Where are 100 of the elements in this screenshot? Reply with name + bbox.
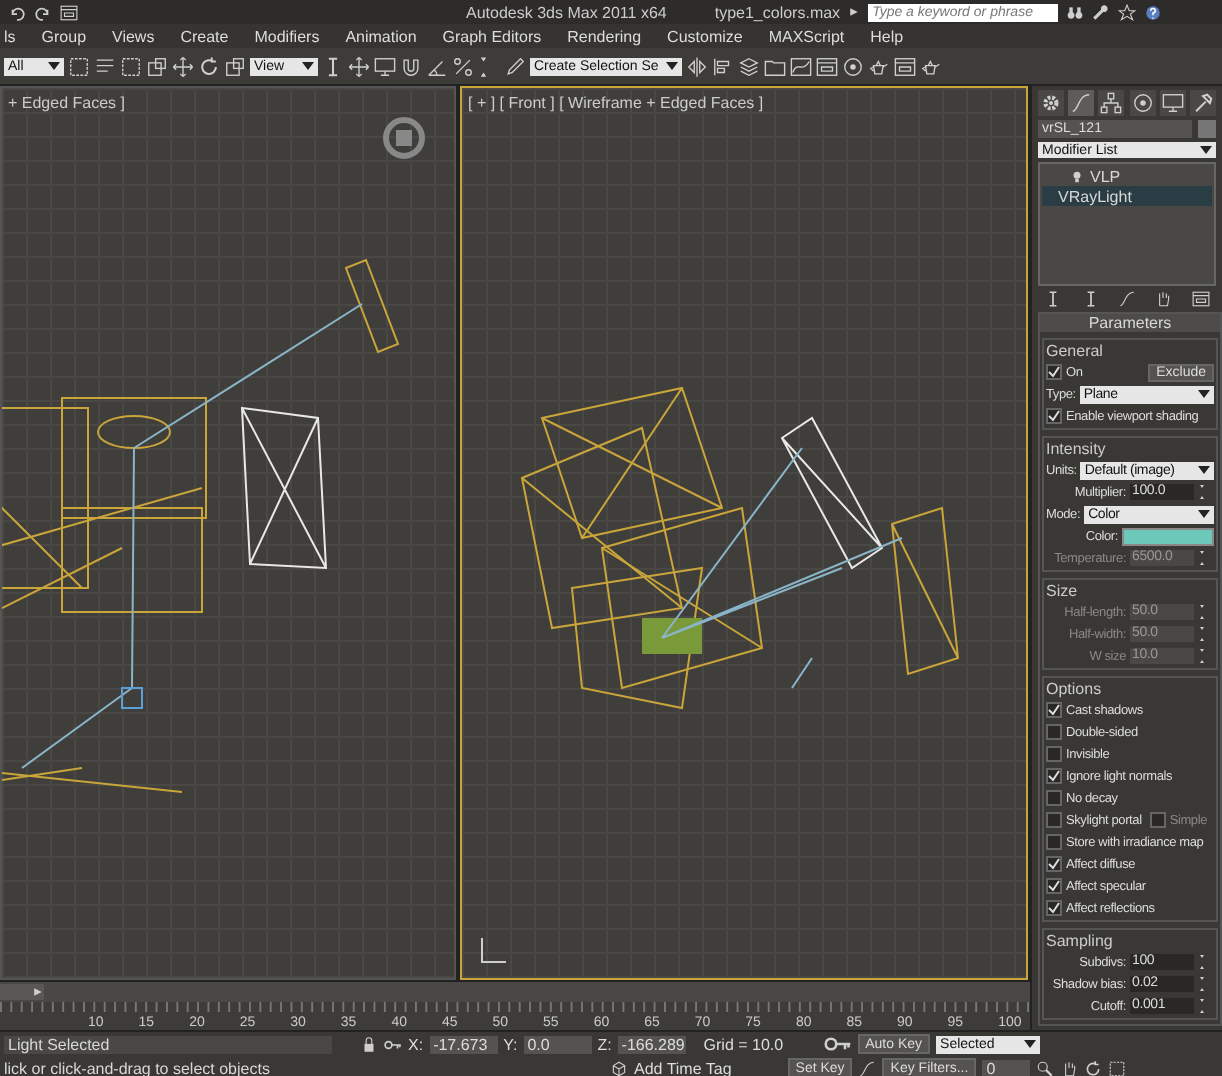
dropdown-arrow-icon <box>1024 1040 1037 1048</box>
play-icon[interactable] <box>848 6 861 18</box>
group-title: Sampling <box>1046 932 1115 950</box>
checkbox[interactable] <box>1149 812 1166 828</box>
menu-item[interactable]: Customize <box>667 27 743 45</box>
window-icon[interactable] <box>60 3 78 21</box>
window-title: Autodesk 3ds Max 2011 x64 <box>466 3 667 21</box>
angle-snap-icon[interactable] <box>426 55 448 77</box>
time-slider[interactable] <box>0 984 44 1000</box>
checkbox[interactable] <box>1046 746 1062 762</box>
menu-item[interactable]: MAXScript <box>768 27 845 45</box>
cube-icon[interactable] <box>610 1059 628 1076</box>
axis-label: X: <box>408 1035 424 1053</box>
axis-label: Z: <box>597 1035 612 1053</box>
checkbox[interactable] <box>1046 878 1062 894</box>
percent-snap-icon[interactable] <box>452 55 474 77</box>
bulb-icon <box>1070 169 1084 184</box>
wrench-icon[interactable] <box>1092 3 1111 21</box>
hierarchy-tab[interactable] <box>1098 90 1125 116</box>
utilities-tab[interactable] <box>1189 90 1216 116</box>
list-icon[interactable] <box>94 55 116 77</box>
orbit-icon[interactable] <box>1084 1059 1103 1076</box>
hammer-icon <box>1191 92 1214 114</box>
menu-item[interactable]: Rendering <box>567 27 642 45</box>
dropdown-arrow-icon <box>1198 390 1210 398</box>
pencil-icon[interactable] <box>504 55 526 77</box>
pan-icon[interactable] <box>1060 1059 1079 1076</box>
tangent-icon[interactable] <box>858 1059 877 1076</box>
motion-tab[interactable] <box>1129 90 1156 116</box>
dropdown-arrow-icon <box>666 62 678 70</box>
dropdown-arrow-icon <box>302 62 314 70</box>
stack-item[interactable]: VRayLight <box>1042 186 1212 207</box>
gear-icon <box>1040 92 1062 114</box>
viewport[interactable]: + Edged Faces ] <box>0 86 456 980</box>
add-time-tag-label[interactable]: Add Time Tag <box>634 1059 732 1076</box>
mirror-icon[interactable] <box>686 55 708 77</box>
viewport-label[interactable]: + Edged Faces ] <box>8 94 125 112</box>
group-title: Intensity <box>1046 440 1108 458</box>
coordinate-field[interactable]: -166.289 <box>617 1035 686 1053</box>
menu-item[interactable]: Animation <box>345 27 417 45</box>
group-title: General <box>1046 342 1105 360</box>
hierarchy-icon <box>1100 92 1123 114</box>
teapot-icon[interactable] <box>920 55 942 77</box>
stack-item[interactable]: VLP <box>1042 166 1212 187</box>
curve-icon <box>1070 92 1093 114</box>
monitor-icon <box>1161 92 1184 114</box>
redo-icon[interactable] <box>34 3 52 21</box>
file-name: type1_colors.max <box>714 3 841 21</box>
checkbox[interactable] <box>1046 364 1062 380</box>
grid-readout: Grid = 10.0 <box>703 1035 784 1053</box>
snap-icon[interactable] <box>400 55 422 77</box>
frame-field[interactable]: 0 <box>982 1059 1031 1076</box>
group-title: Options <box>1046 680 1104 698</box>
coordinate-field[interactable]: -17.673 <box>429 1035 498 1053</box>
binoculars-icon[interactable] <box>1066 3 1085 21</box>
create-tab[interactable] <box>1038 90 1064 116</box>
rotate-icon[interactable] <box>198 55 220 77</box>
checkbox[interactable] <box>1046 724 1062 740</box>
color-swatch[interactable] <box>1122 527 1214 545</box>
checkbox[interactable] <box>1046 900 1062 916</box>
lock-icon[interactable] <box>360 1035 378 1053</box>
viewcube-icon[interactable] <box>382 116 426 160</box>
viewport[interactable]: [ + ] [ Front ] [ Wireframe + Edged Faces ] <box>460 86 1028 980</box>
menu-item[interactable]: Graph Editors <box>442 27 542 45</box>
move-icon[interactable] <box>172 55 194 77</box>
checkbox[interactable] <box>1046 768 1062 784</box>
object-color-swatch[interactable] <box>1198 120 1216 138</box>
menu-item[interactable]: Views <box>112 27 155 45</box>
checkbox[interactable] <box>1046 856 1062 872</box>
menu-item[interactable]: Create <box>180 27 229 45</box>
viewport-label[interactable]: [ + ] [ Front ] [ Wireframe + Edged Faces ] <box>468 94 764 112</box>
rollout-header[interactable]: Parameters <box>1040 314 1220 332</box>
dropdown-arrow-icon <box>1198 466 1210 474</box>
selection-region-icon[interactable] <box>120 55 142 77</box>
star-icon[interactable] <box>1118 3 1137 21</box>
modify-tab[interactable] <box>1068 90 1095 116</box>
undo-icon[interactable] <box>8 3 26 21</box>
reel-icon <box>1131 92 1154 114</box>
align-icon[interactable] <box>712 55 734 77</box>
scale-icon[interactable] <box>224 55 246 77</box>
checkbox[interactable] <box>1046 408 1062 424</box>
coordinate-field[interactable]: 0.0 <box>523 1035 592 1053</box>
menu-item[interactable]: Modifiers <box>254 27 320 45</box>
checkbox[interactable] <box>1046 812 1062 828</box>
checkbox[interactable] <box>1046 790 1062 806</box>
layers-icon[interactable] <box>738 55 760 77</box>
menu-item[interactable]: Help <box>870 27 904 45</box>
dropdown-arrow-icon <box>1200 146 1212 155</box>
menu-item[interactable]: ls <box>4 27 16 45</box>
checkbox[interactable] <box>1046 702 1062 718</box>
curve-editor-icon[interactable] <box>790 55 812 77</box>
folder-icon[interactable] <box>764 55 786 77</box>
selection-info-field: Light Selected <box>4 1035 332 1053</box>
menu-item[interactable]: Group <box>41 27 87 45</box>
help-icon[interactable] <box>1144 3 1163 21</box>
zoom-icon[interactable] <box>1036 1059 1055 1076</box>
display-tab[interactable] <box>1159 90 1186 116</box>
checkbox[interactable] <box>1046 834 1062 850</box>
group-title: Size <box>1046 582 1080 600</box>
play-icon <box>32 986 44 998</box>
